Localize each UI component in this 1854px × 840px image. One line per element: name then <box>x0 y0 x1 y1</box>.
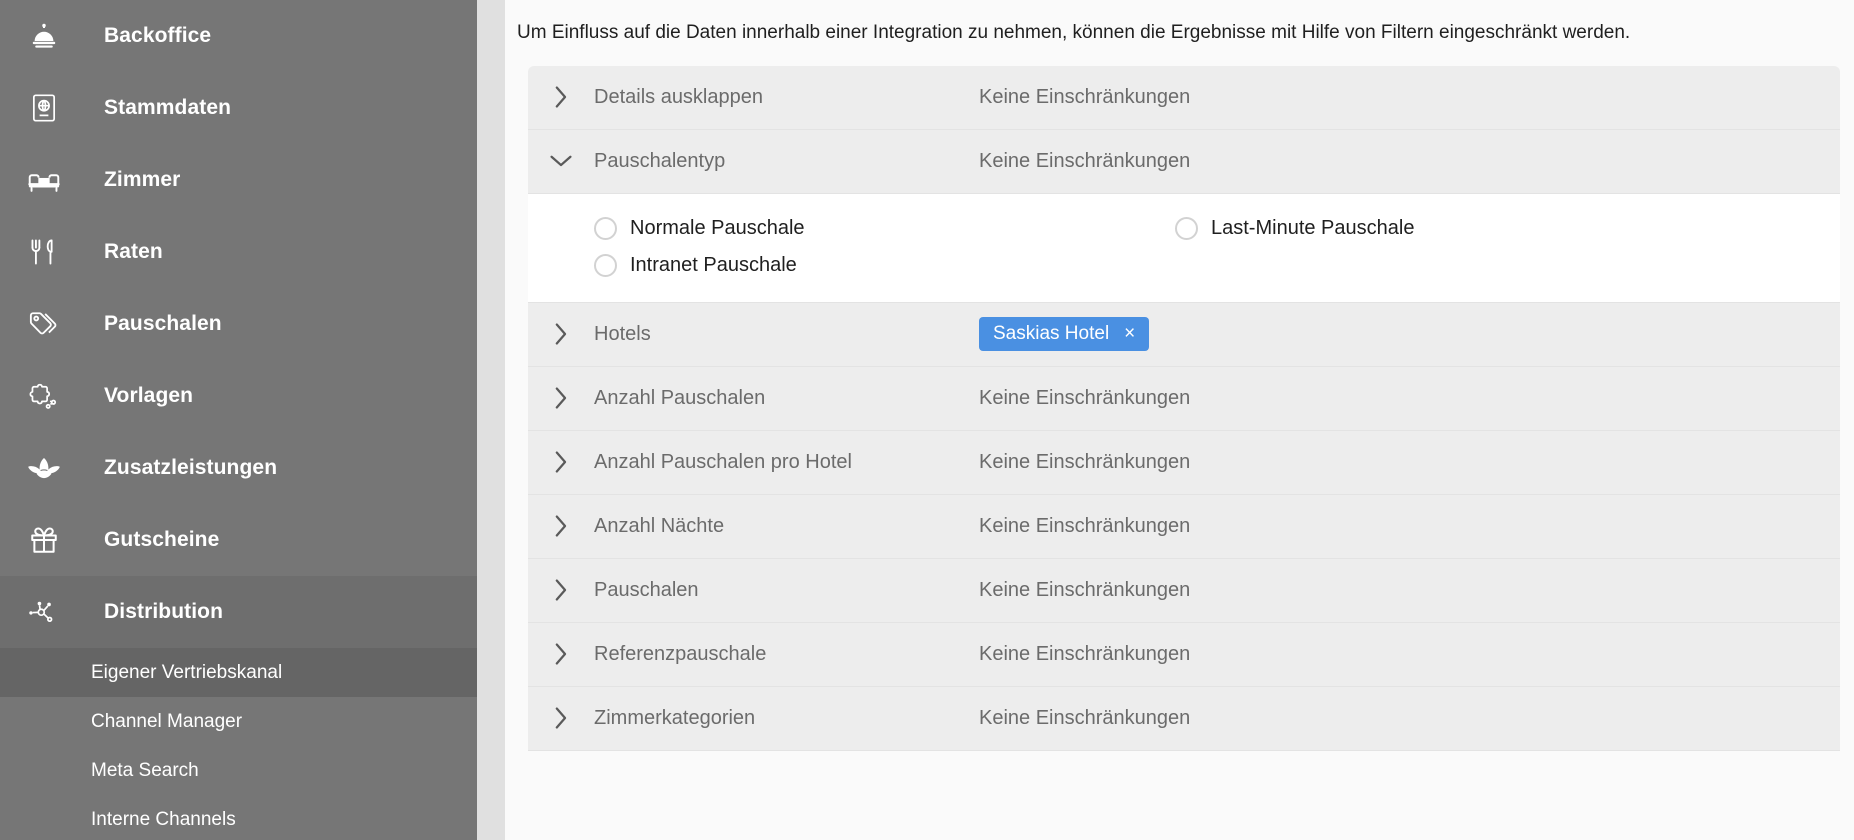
filter-row-value: Keine Einschränkungen <box>979 149 1191 172</box>
close-icon[interactable]: × <box>1124 324 1135 343</box>
radio-circle-icon[interactable] <box>1175 216 1198 240</box>
gift-icon <box>17 518 71 562</box>
filter-chip-label: Saskias Hotel <box>993 323 1110 345</box>
intro-text: Um Einfluss auf die Daten innerhalb eine… <box>517 22 1631 43</box>
filter-row-value: Keine Einschränkungen <box>979 386 1191 409</box>
sidebar-subitem-label: Meta Search <box>91 759 199 781</box>
sidebar-item-gutscheine[interactable]: Gutscheine <box>0 504 477 576</box>
filter-row-value: Keine Einschränkungen <box>979 578 1191 601</box>
filter-row-zimmerkategorien[interactable]: Zimmerkategorien Keine Einschränkungen <box>528 686 1840 751</box>
sidebar-item-label: Zimmer <box>104 168 181 191</box>
filter-row-value: Keine Einschränkungen <box>979 642 1191 665</box>
filter-row-label: Anzahl Nächte <box>594 514 725 537</box>
main-content: Um Einfluss auf die Daten innerhalb eine… <box>505 0 1854 840</box>
chevron-right-icon[interactable] <box>528 513 594 539</box>
chevron-right-icon[interactable] <box>528 577 594 603</box>
sidebar-item-backoffice[interactable]: Backoffice <box>0 0 477 72</box>
filter-row-pauschalentyp[interactable]: Pauschalentyp Keine Einschränkungen <box>528 129 1840 194</box>
chevron-right-icon[interactable] <box>528 84 594 110</box>
radio-label: Last-Minute Pauschale <box>1211 216 1415 239</box>
sidebar-subitem-label: Channel Manager <box>91 710 243 732</box>
filter-row-pauschalen[interactable]: Pauschalen Keine Einschränkungen <box>528 558 1840 623</box>
sidebar-item-label: Raten <box>104 240 163 263</box>
sidebar-item-zusatzleistungen[interactable]: Zusatzleistungen <box>0 432 477 504</box>
filter-row-label: Hotels <box>594 322 651 345</box>
sidebar-subitem-channel-manager[interactable]: Channel Manager <box>0 697 477 746</box>
filter-row-value: Keine Einschränkungen <box>979 514 1191 537</box>
filter-chip-hotel[interactable]: Saskias Hotel × <box>979 317 1150 352</box>
filter-row-label: Anzahl Pauschalen pro Hotel <box>594 450 852 473</box>
lotus-icon <box>17 446 71 490</box>
filter-row-referenzpauschale[interactable]: Referenzpauschale Keine Einschränkungen <box>528 622 1840 687</box>
puzzle-icon <box>17 374 71 418</box>
sidebar-item-label: Backoffice <box>104 24 212 47</box>
sidebar-gutter <box>477 0 505 840</box>
filter-row-value: Keine Einschränkungen <box>979 85 1191 108</box>
chevron-down-icon[interactable] <box>528 153 594 170</box>
filter-row-anzahl-naechte[interactable]: Anzahl Nächte Keine Einschränkungen <box>528 494 1840 559</box>
bed-icon <box>17 158 71 202</box>
filter-row-value: Keine Einschränkungen <box>979 706 1191 729</box>
sidebar-item-label: Gutscheine <box>104 528 220 551</box>
sidebar-subitem-label: Interne Channels <box>91 808 236 830</box>
sidebar-subitem-label: Eigener Vertriebskanal <box>91 661 283 683</box>
radio-circle-icon[interactable] <box>594 253 617 277</box>
sidebar-item-label: Vorlagen <box>104 384 194 407</box>
pauschalentyp-radio-group: Normale Pauschale Last-Minute Pauschale … <box>528 210 1840 284</box>
filter-row-label: Pauschalentyp <box>594 149 726 172</box>
network-icon <box>17 590 71 634</box>
filter-row-details-ausklappen[interactable]: Details ausklappen Keine Einschränkungen <box>528 65 1840 130</box>
sidebar-item-label: Zusatzleistungen <box>104 456 278 479</box>
chevron-right-icon[interactable] <box>528 705 594 731</box>
sidebar-subitem-eigener-vertriebskanal[interactable]: Eigener Vertriebskanal <box>0 648 477 697</box>
sidebar-item-label: Distribution <box>104 600 224 623</box>
filter-row-label: Zimmerkategorien <box>594 706 756 729</box>
sidebar-subitem-interne-channels[interactable]: Interne Channels <box>0 795 477 840</box>
radio-label: Intranet Pauschale <box>630 253 797 276</box>
radio-intranet-pauschale[interactable]: Intranet Pauschale <box>528 247 1175 284</box>
sidebar-item-label: Stammdaten <box>104 96 232 119</box>
filter-row-anzahl-pauschalen[interactable]: Anzahl Pauschalen Keine Einschränkungen <box>528 366 1840 431</box>
bell-icon <box>17 14 71 58</box>
filter-row-value: Keine Einschränkungen <box>979 450 1191 473</box>
chevron-right-icon[interactable] <box>528 449 594 475</box>
filter-panel: Details ausklappen Keine Einschränkungen… <box>528 65 1840 751</box>
app-root: Backoffice Stammdaten Zimmer Raten Pausc… <box>0 0 1854 840</box>
chevron-right-icon[interactable] <box>528 385 594 411</box>
sidebar-item-pauschalen[interactable]: Pauschalen <box>0 288 477 360</box>
pauschalentyp-options-panel: Normale Pauschale Last-Minute Pauschale … <box>528 193 1840 303</box>
radio-normale-pauschale[interactable]: Normale Pauschale <box>528 210 1175 247</box>
sidebar: Backoffice Stammdaten Zimmer Raten Pausc… <box>0 0 477 840</box>
filter-row-label: Details ausklappen <box>594 85 763 108</box>
sidebar-subitem-meta-search[interactable]: Meta Search <box>0 746 477 795</box>
chevron-right-icon[interactable] <box>528 641 594 667</box>
passport-icon <box>17 86 71 130</box>
sidebar-item-zimmer[interactable]: Zimmer <box>0 144 477 216</box>
cutlery-icon <box>17 230 71 274</box>
filter-row-hotels[interactable]: Hotels Saskias Hotel × <box>528 302 1840 367</box>
filter-row-anzahl-pauschalen-pro-hotel[interactable]: Anzahl Pauschalen pro Hotel Keine Einsch… <box>528 430 1840 495</box>
sidebar-item-label: Pauschalen <box>104 312 222 335</box>
chevron-right-icon[interactable] <box>528 321 594 347</box>
sidebar-item-stammdaten[interactable]: Stammdaten <box>0 72 477 144</box>
radio-label: Normale Pauschale <box>630 216 805 239</box>
filter-row-label: Referenzpauschale <box>594 642 767 665</box>
tag-icon <box>17 302 71 346</box>
sidebar-item-raten[interactable]: Raten <box>0 216 477 288</box>
radio-last-minute-pauschale[interactable]: Last-Minute Pauschale <box>1175 210 1675 247</box>
filter-row-label: Anzahl Pauschalen <box>594 386 766 409</box>
sidebar-item-vorlagen[interactable]: Vorlagen <box>0 360 477 432</box>
radio-circle-icon[interactable] <box>594 216 617 240</box>
filter-row-label: Pauschalen <box>594 578 699 601</box>
sidebar-item-distribution[interactable]: Distribution <box>0 576 477 648</box>
